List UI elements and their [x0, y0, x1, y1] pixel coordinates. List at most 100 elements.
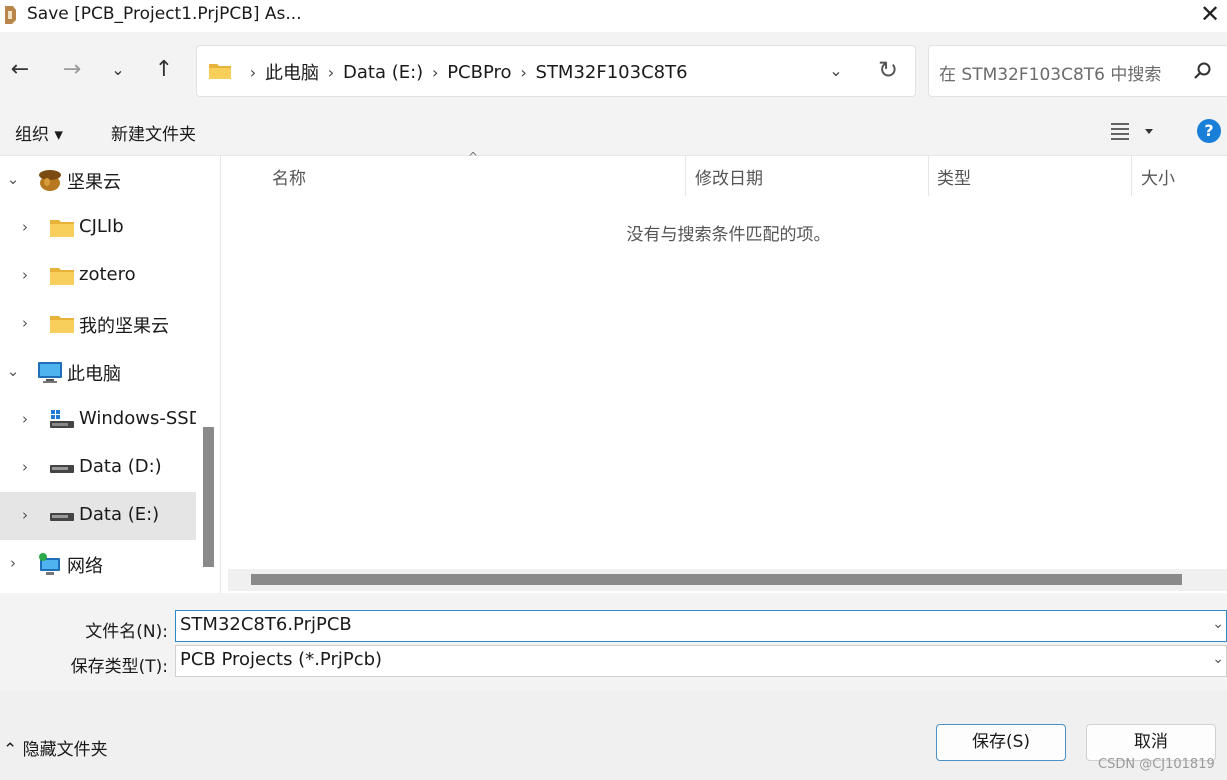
tree-item-network[interactable]: › 网络 [0, 540, 196, 588]
search-placeholder: 在 STM32F103C8T6 中搜索 [939, 65, 1162, 85]
title-bar: Save [PCB_Project1.PrjPCB] As... ✕ [0, 0, 1227, 32]
chevron-right-icon[interactable]: › [3, 553, 23, 573]
refresh-icon: ↻ [877, 56, 899, 84]
chevron-right-icon[interactable]: › [15, 457, 35, 477]
filename-value: STM32C8T6.PrjPCB [180, 614, 352, 635]
arrow-left-icon: ← [10, 57, 30, 82]
nut-cloud-icon [39, 170, 61, 191]
drive-icon [50, 513, 74, 521]
window-title: Save [PCB_Project1.PrjPCB] As... [27, 4, 302, 24]
chevron-down-icon[interactable]: ⌄ [3, 361, 23, 381]
pane-divider[interactable] [220, 156, 221, 593]
tree-item-label: 此电脑 [67, 364, 121, 385]
filetype-value: PCB Projects (*.PrjPcb) [180, 649, 383, 670]
tree-item-my-nutcloud[interactable]: › 我的坚果云 [0, 300, 196, 348]
close-button[interactable]: ✕ [1196, 2, 1224, 28]
windows-drive-icon [50, 410, 74, 428]
tree-item-label: Windows-SSD [79, 408, 196, 429]
tree-item-label: 我的坚果云 [79, 316, 169, 337]
network-icon [39, 553, 60, 575]
help-button[interactable]: ? [1197, 119, 1221, 143]
chevron-down-icon: ⌄ [829, 61, 843, 80]
tree-item-data-e[interactable]: › Data (E:) [0, 492, 196, 540]
folder-icon [50, 316, 74, 333]
filetype-select[interactable]: PCB Projects (*.PrjPcb) ⌄ [175, 645, 1227, 677]
column-header-size[interactable]: 大小 [1141, 164, 1175, 189]
save-form: 文件名(N): STM32C8T6.PrjPCB ⌄ 保存类型(T): PCB … [0, 593, 1227, 691]
filename-field[interactable]: STM32C8T6.PrjPCB ⌄ [175, 610, 1227, 642]
tree-item-label: 网络 [67, 556, 103, 577]
chevron-down-icon[interactable]: ⌄ [1212, 651, 1224, 667]
chevron-right-icon[interactable]: › [319, 63, 343, 82]
navigation-scrollbar-thumb[interactable] [203, 427, 214, 567]
chevron-right-icon[interactable]: › [512, 63, 536, 82]
altium-designer-icon [5, 6, 16, 24]
breadcrumb-data-e[interactable]: Data (E:) [343, 62, 423, 83]
tree-item-zotero[interactable]: › zotero [0, 252, 196, 300]
address-bar[interactable]: › 此电脑 › Data (E:) › PCBPro › STM32F103C8… [196, 45, 916, 97]
chevron-right-icon[interactable]: › [15, 313, 35, 333]
chevron-down-icon[interactable]: ⌄ [1212, 616, 1224, 632]
forward-button[interactable]: → [57, 56, 87, 86]
breadcrumb-pcbpro[interactable]: PCBPro [447, 62, 511, 83]
recent-locations-button[interactable]: ⌄ [103, 56, 133, 86]
filename-label: 文件名(N): [85, 622, 168, 642]
dialog-footer: ⌃ 隐藏文件夹 保存(S) 取消 CSDN @CJ101819 [0, 691, 1227, 780]
folder-icon [50, 220, 74, 237]
main-area: ⌄ 坚果云 › CJLIb › zotero › 我的坚果云 ⌄ 此电脑 › W… [0, 150, 1227, 593]
refresh-button[interactable]: ↻ [875, 56, 901, 84]
save-button[interactable]: 保存(S) [936, 724, 1066, 761]
new-folder-button[interactable]: 新建文件夹 [111, 120, 196, 145]
chevron-down-icon[interactable]: ⌄ [3, 169, 23, 189]
navigation-bar: ← → ⌄ ↑ › 此电脑 › Data (E:) › PCBPro › STM… [0, 32, 1227, 106]
chevron-right-icon: › [249, 62, 257, 82]
filetype-label: 保存类型(T): [70, 657, 168, 677]
computer-icon [38, 362, 62, 383]
tree-item-label: Data (D:) [79, 456, 162, 477]
column-separator[interactable] [1131, 156, 1132, 196]
breadcrumb-stm32[interactable]: STM32F103C8T6 [536, 62, 688, 83]
sort-ascending-icon: ^ [468, 150, 479, 164]
organize-button[interactable]: 组织 ▾ [15, 120, 63, 145]
column-header-name[interactable]: 名称 [272, 164, 306, 189]
chevron-right-icon[interactable]: › [15, 505, 35, 525]
tree-item-this-pc[interactable]: ⌄ 此电脑 [0, 348, 196, 396]
tree-item-label: 坚果云 [67, 172, 121, 193]
column-header-type[interactable]: 类型 [937, 164, 971, 189]
tree-item-label: CJLIb [79, 216, 124, 237]
horizontal-scrollbar-thumb[interactable] [251, 574, 1182, 585]
folder-icon [209, 64, 231, 79]
view-options-icon[interactable] [1108, 118, 1158, 144]
column-header-date-modified[interactable]: 修改日期 [695, 164, 763, 189]
tree-item-label: zotero [79, 264, 136, 285]
arrow-right-icon: → [62, 57, 82, 82]
arrow-up-icon: ↑ [154, 57, 174, 82]
folder-icon [50, 268, 74, 285]
chevron-right-icon[interactable]: › [15, 217, 35, 237]
help-icon: ? [1204, 121, 1214, 140]
column-separator[interactable] [685, 156, 686, 196]
empty-message: 没有与搜索条件匹配的项。 [626, 225, 831, 245]
chevron-right-icon[interactable]: › [423, 63, 447, 82]
search-icon [1194, 62, 1211, 79]
hide-folders-button[interactable]: ⌃ 隐藏文件夹 [3, 735, 108, 760]
tree-item-data-d[interactable]: › Data (D:) [0, 444, 196, 492]
tree-item-nutcloud[interactable]: ⌄ 坚果云 [0, 156, 196, 204]
address-history-button[interactable]: ⌄ [823, 58, 849, 84]
tree-item-windows-ssd[interactable]: › Windows-SSD [0, 396, 196, 444]
tree-item-label: Data (E:) [79, 504, 160, 525]
breadcrumb-this-pc[interactable]: 此电脑 [265, 59, 319, 85]
watermark: CSDN @CJ101819 [1098, 757, 1215, 772]
chevron-down-icon: ⌄ [111, 60, 125, 79]
chevron-right-icon[interactable]: › [15, 409, 35, 429]
up-button[interactable]: ↑ [149, 56, 179, 86]
command-bar: 组织 ▾ 新建文件夹 ? [0, 106, 1227, 156]
search-input[interactable]: 在 STM32F103C8T6 中搜索 [928, 45, 1227, 97]
chevron-right-icon[interactable]: › [15, 265, 35, 285]
navigation-pane: ⌄ 坚果云 › CJLIb › zotero › 我的坚果云 ⌄ 此电脑 › W… [0, 156, 196, 593]
back-button[interactable]: ← [5, 56, 35, 86]
cancel-button[interactable]: 取消 [1086, 724, 1216, 761]
column-separator[interactable] [928, 156, 929, 196]
tree-item-cjlib[interactable]: › CJLIb [0, 204, 196, 252]
file-list-pane: ^ 名称 修改日期 类型 大小 没有与搜索条件匹配的项。 [226, 150, 1227, 593]
